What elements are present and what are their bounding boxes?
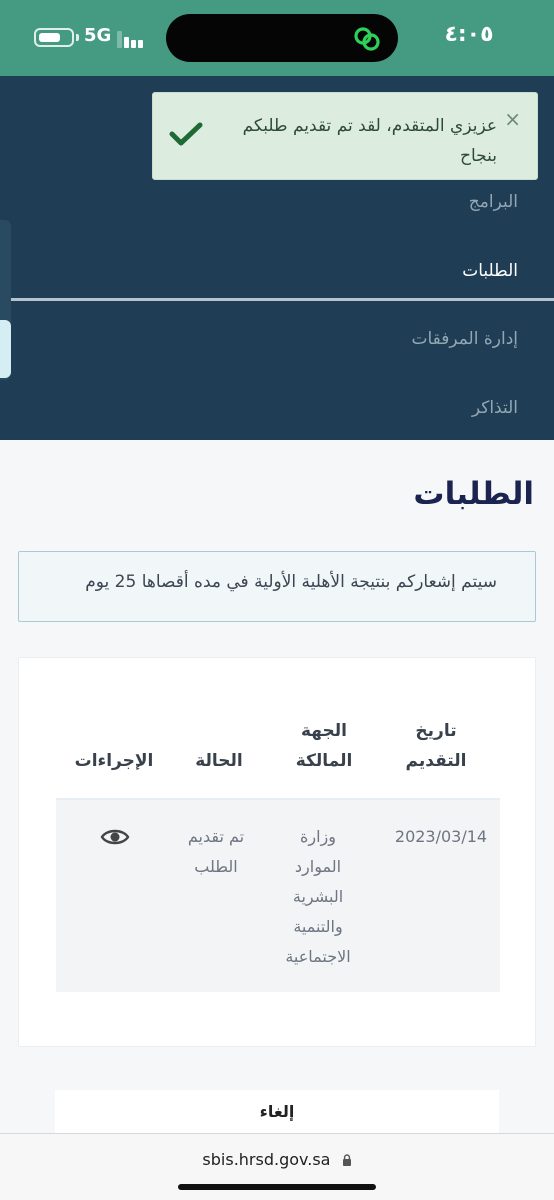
browser-url-bar[interactable]: sbis.hrsd.gov.sa — [0, 1133, 554, 1200]
notice-box: سيتم إشعاركم بنتيجة الأهلية الأولية في م… — [18, 551, 536, 622]
nav-item-programs[interactable]: البرامج — [469, 192, 518, 212]
requests-card: تاريخ التقديم الجهة المالكة الحالة الإجر… — [18, 657, 536, 1047]
status-bar: 5G ٤:٠٥ — [0, 0, 554, 76]
cell-status: تم تقديم الطلب — [187, 827, 245, 876]
eye-icon[interactable] — [100, 826, 130, 848]
clock: ٤:٠٥ — [444, 22, 494, 47]
lock-icon — [342, 1154, 351, 1166]
link-icon — [354, 27, 380, 51]
cancel-button-label: إلغاء — [259, 1102, 295, 1121]
nav-item-requests[interactable]: الطلبات — [462, 261, 518, 281]
check-icon — [169, 122, 203, 146]
header-owner: الجهة المالكة — [295, 721, 353, 771]
close-icon[interactable]: × — [504, 109, 521, 129]
battery-icon — [34, 28, 74, 47]
table-row: 2023/03/14 وزارة الموارد البشرية والتنمي… — [56, 800, 500, 992]
nav-active-indicator — [10, 298, 554, 301]
cancel-button[interactable]: إلغاء — [55, 1090, 499, 1134]
signal-icon — [117, 28, 149, 48]
toast-message: عزيزي المتقدم، لقد تم تقديم طلبكم بنجاح — [242, 116, 497, 166]
page-title: الطلبات — [413, 476, 534, 512]
nav-item-tickets[interactable]: التذاكر — [472, 398, 518, 418]
notice-text: سيتم إشعاركم بنتيجة الأهلية الأولية في م… — [85, 572, 497, 592]
scrollbar-thumb[interactable] — [0, 320, 11, 378]
home-indicator[interactable] — [178, 1184, 376, 1190]
battery-level — [39, 33, 60, 42]
url-text: sbis.hrsd.gov.sa — [202, 1150, 331, 1169]
header-actions: الإجراءات — [74, 751, 154, 771]
url-display[interactable]: sbis.hrsd.gov.sa — [0, 1150, 554, 1169]
success-toast: × عزيزي المتقدم، لقد تم تقديم طلبكم بنجا… — [152, 92, 538, 180]
cell-date: 2023/03/14 — [394, 827, 488, 846]
network-type: 5G — [84, 25, 112, 46]
cell-owner: وزارة الموارد البشرية والتنمية الاجتماعي… — [285, 827, 351, 966]
nav-item-attachments[interactable]: إدارة المرفقات — [411, 329, 518, 349]
dynamic-island — [166, 14, 398, 62]
header-submission-date: تاريخ التقديم — [405, 721, 467, 771]
battery-tip — [76, 34, 79, 41]
header-status: الحالة — [195, 751, 243, 771]
